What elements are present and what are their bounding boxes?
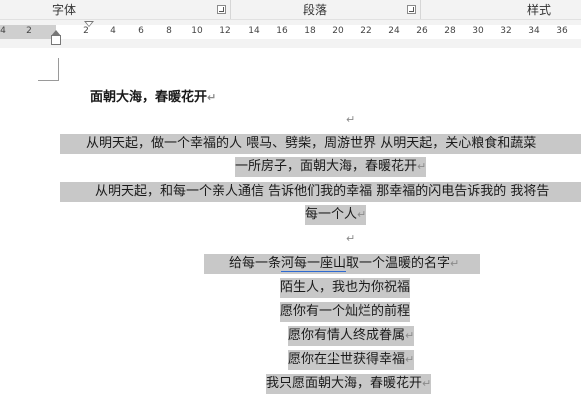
font-dialog-launcher-icon[interactable] [217, 5, 226, 14]
line-text: 给每一条河每一座山取一个温暖的名字 [229, 256, 451, 272]
ruler-number: 12 [219, 26, 231, 36]
paragraph-mark: ↵ [450, 257, 460, 270]
ruler-number: 32 [500, 26, 512, 36]
paragraph-mark: ↵ [346, 232, 356, 245]
empty-paragraph[interactable]: ↵ [346, 110, 355, 130]
ruler-number: 4 [110, 26, 116, 36]
text-line-selected[interactable]: 一所房子，面朝大海，春暖花开↵ [235, 157, 427, 177]
ruler-number: 22 [360, 26, 372, 36]
line-text: 一所房子，面朝大海，春暖花开 [235, 159, 418, 174]
ruler-number: 18 [304, 26, 316, 36]
ruler-number: 30 [472, 26, 484, 36]
ruler-number: 20 [332, 26, 344, 36]
text-line-selected[interactable]: 陌生人，我也为你祝福 [280, 278, 411, 298]
ruler-number: 16 [276, 26, 288, 36]
first-line-indent-marker-inner [86, 22, 92, 26]
ruler-number: 24 [388, 26, 400, 36]
group-label-font: 字体 [52, 3, 77, 17]
group-divider [420, 0, 421, 19]
ribbon-group-bar: 字体 段落 样式 [0, 0, 581, 20]
line-text: 从明天起，做一个幸福的人 喂马、劈柴，周游世界 从明天起，关心粮食和蔬菜 [86, 136, 537, 151]
ruler-number: 4 [0, 26, 6, 36]
text-line-selected[interactable]: 给每一条河每一座山取一个温暖的名字↵ [204, 254, 480, 274]
text-line-selected[interactable]: 从明天起，和每一个亲人通信 告诉他们我的幸福 那幸福的闪电告诉我的 我将告 [60, 182, 581, 202]
empty-paragraph[interactable]: ↵ [346, 229, 355, 249]
line-text: 愿你在尘世获得幸福 [288, 352, 406, 367]
text-line-selected[interactable]: 从明天起，做一个幸福的人 喂马、劈柴，周游世界 从明天起，关心粮食和蔬菜 [60, 134, 581, 154]
title-text: 面朝大海，春暖花开 [90, 90, 208, 105]
ruler-number: 34 [528, 26, 540, 36]
group-label-styles: 样式 [527, 3, 552, 17]
paragraph-mark: ↵ [417, 160, 427, 173]
line-text: 陌生人，我也为你祝福 [280, 280, 411, 295]
text-line-selected[interactable]: 每一个人↵ [305, 205, 367, 225]
document-title[interactable]: 面朝大海，春暖花开↵ [90, 88, 216, 108]
ruler-number: 26 [416, 26, 428, 36]
line-text: 愿你有情人终成眷属 [288, 328, 406, 343]
horizontal-ruler[interactable]: 4 2 2 4 6 8 10 12 14 16 18 20 22 24 26 2… [0, 20, 581, 48]
paragraph-mark: ↵ [357, 208, 367, 221]
paragraph-mark: ↵ [346, 113, 356, 126]
ruler-number: 8 [166, 26, 172, 36]
text-line-selected[interactable]: 我只愿面朝大海，春暖花开↵ [266, 374, 432, 394]
ruler-number: 2 [26, 26, 32, 36]
line-text: 我只愿面朝大海，春暖花开 [266, 376, 423, 391]
group-divider [230, 0, 231, 19]
group-label-paragraph: 段落 [303, 3, 328, 17]
line-text: 愿你有一个灿烂的前程 [280, 304, 411, 319]
text-line-selected[interactable]: 愿你有一个灿烂的前程 [280, 302, 411, 322]
paragraph-mark: ↵ [207, 91, 217, 104]
ruler-number: 2 [83, 26, 89, 36]
underlined-phrase: 河每一座山 [281, 256, 347, 272]
paragraph-mark: ↵ [405, 329, 415, 342]
margin-corner-mark [38, 58, 59, 81]
line-text: 每一个人 [305, 207, 358, 222]
text-line-selected[interactable]: 愿你有情人终成眷属↵ [288, 326, 415, 346]
text-line-selected[interactable]: 愿你在尘世获得幸福↵ [288, 350, 415, 370]
line-text: 从明天起，和每一个亲人通信 告诉他们我的幸福 那幸福的闪电告诉我的 我将告 [95, 184, 550, 199]
ruler-number: 14 [248, 26, 260, 36]
paragraph-mark: ↵ [422, 377, 432, 390]
ruler-number: 36 [556, 26, 568, 36]
ruler-number: 28 [444, 26, 456, 36]
paragraph-dialog-launcher-icon[interactable] [407, 5, 416, 14]
left-indent-marker[interactable] [51, 35, 61, 45]
ruler-number: 10 [191, 26, 203, 36]
document-page[interactable]: 面朝大海，春暖花开↵ ↵ 从明天起，做一个幸福的人 喂马、劈柴，周游世界 从明天… [0, 48, 581, 401]
paragraph-mark: ↵ [405, 353, 415, 366]
ruler-number: 6 [138, 26, 144, 36]
